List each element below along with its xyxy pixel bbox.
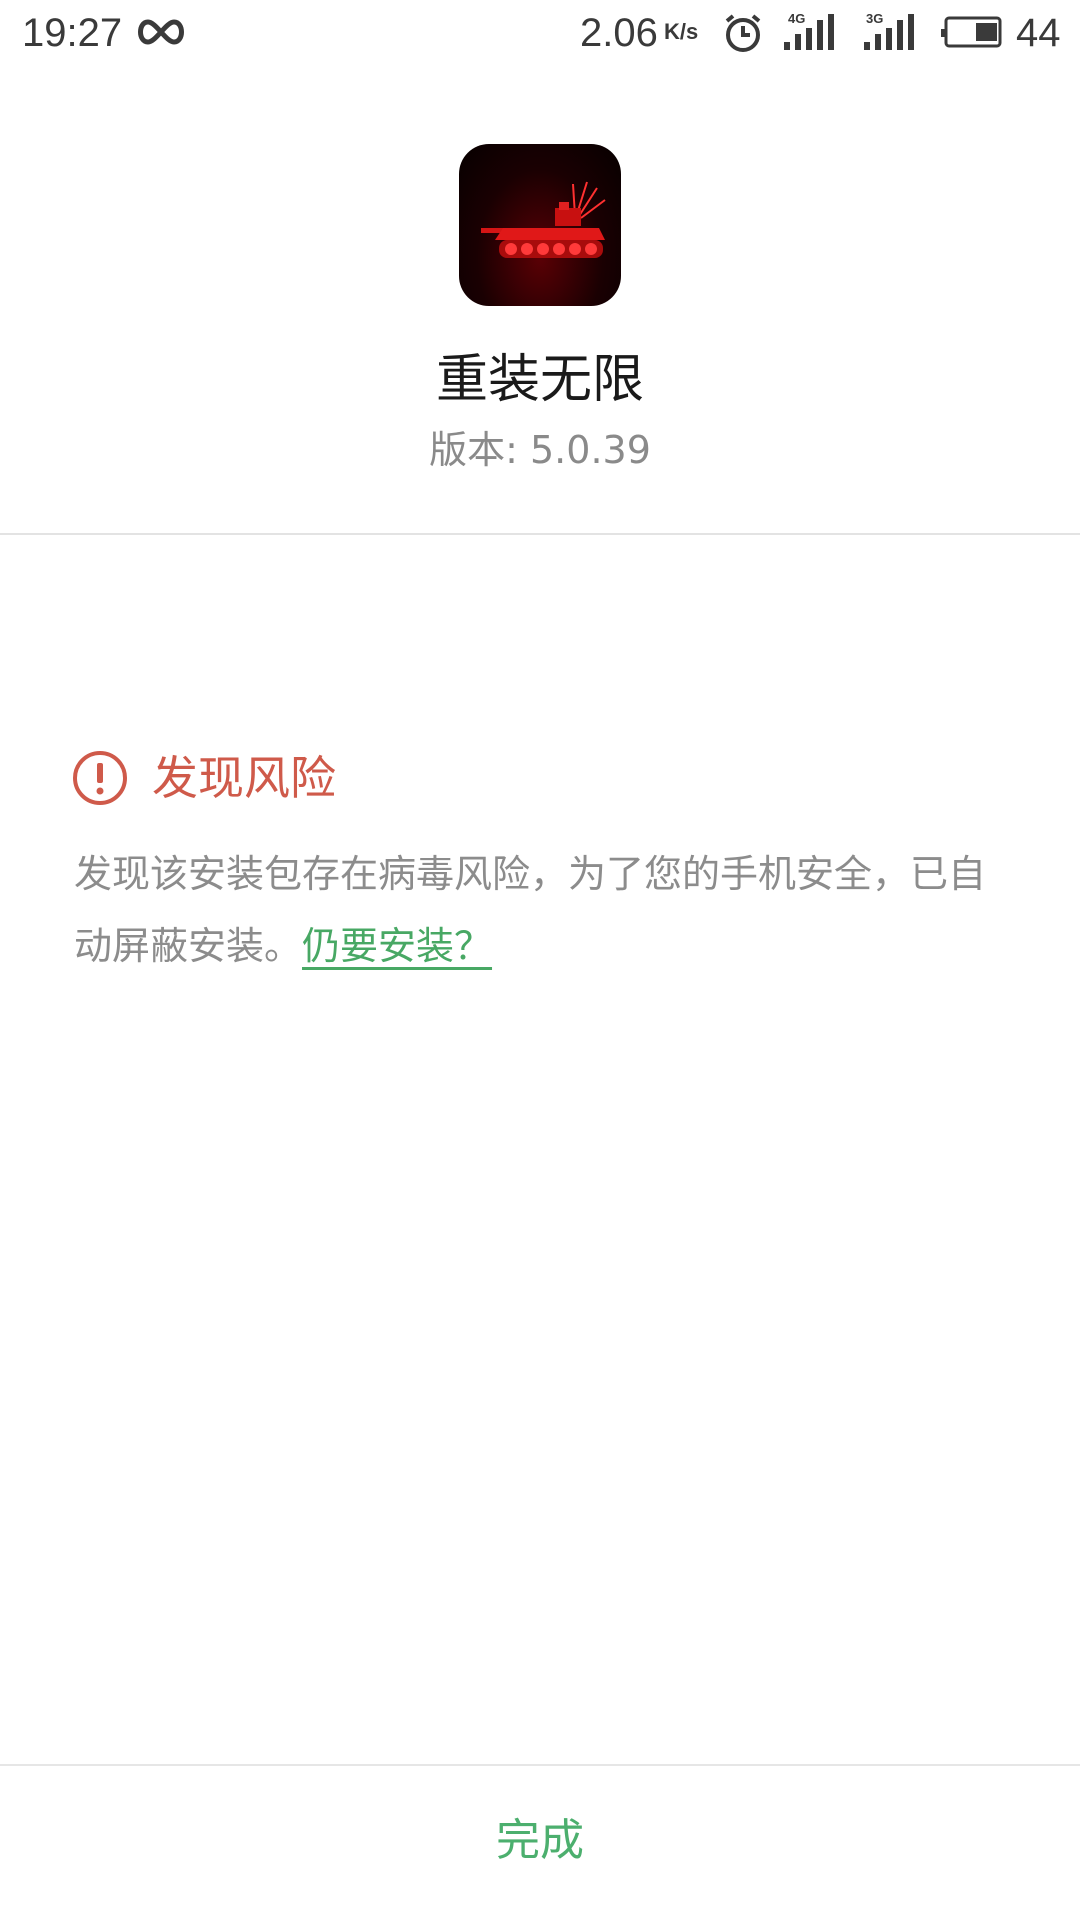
header-divider — [0, 533, 1080, 535]
done-button[interactable]: 完成 — [0, 1766, 1080, 1920]
risk-title: 发现风险 — [152, 751, 336, 805]
risk-message: 发现该安装包存在病毒风险，为了您的手机安全，已自动屏蔽安装。 — [74, 852, 987, 968]
network-speed: 2.06 — [580, 11, 658, 55]
signal-3g-icon — [864, 14, 914, 50]
install-anyway-link[interactable]: 仍要安装？ — [302, 924, 492, 968]
tank-game-icon — [459, 144, 621, 306]
infinity-icon — [138, 19, 184, 45]
signal-4g-icon — [784, 14, 834, 50]
battery-percent: 44 — [1016, 11, 1061, 55]
network-speed-unit: K/s — [664, 19, 699, 44]
risk-message-block: 发现该安装包存在病毒风险，为了您的手机安全，已自动屏蔽安装。仍要安装？ — [74, 838, 1014, 982]
app-name: 重装无限 — [435, 350, 644, 410]
alarm-icon — [725, 14, 761, 52]
battery-icon — [941, 16, 1002, 48]
warning-circle-icon — [73, 751, 127, 805]
status-time: 19:27 — [22, 11, 123, 55]
tank-graphic — [481, 181, 606, 258]
app-version: 版本: 5.0.39 — [429, 428, 651, 472]
status-bar: 19:27 2.06 K/s 4G 3G 44 — [0, 0, 1080, 66]
